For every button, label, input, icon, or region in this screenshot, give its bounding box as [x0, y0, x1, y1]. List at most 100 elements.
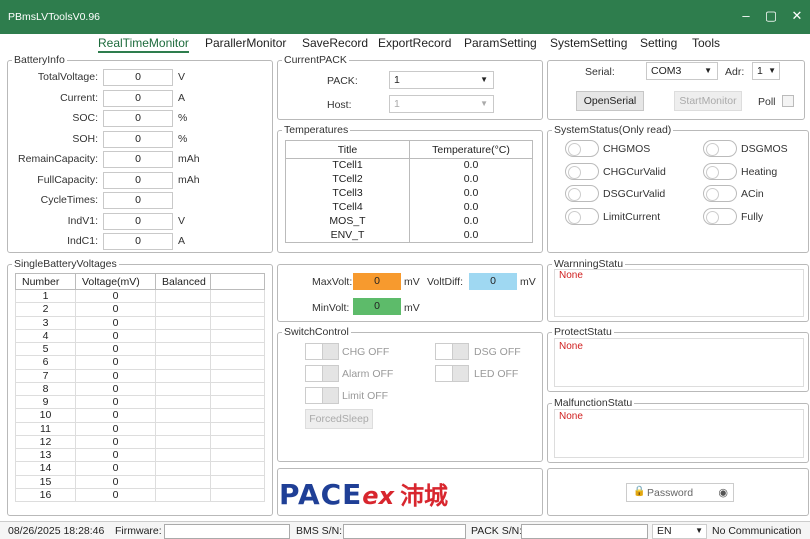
cell-extra	[210, 434, 265, 450]
forced-sleep-button[interactable]: ForcedSleep	[305, 409, 373, 429]
malfunction-textarea[interactable]	[554, 409, 804, 458]
temp-title: TCell4	[285, 200, 410, 215]
menu-tools[interactable]: Tools	[692, 36, 720, 50]
cell-balanced	[155, 421, 211, 436]
warning-value: None	[559, 270, 583, 281]
cell-extra	[210, 461, 265, 476]
status-indicator	[703, 162, 737, 180]
maximize-icon[interactable]: ▢	[760, 6, 782, 26]
battery-info-title: BatteryInfo	[12, 54, 67, 66]
battery-info-value: 0	[103, 233, 173, 250]
serial-label: Serial:	[585, 66, 615, 78]
cell-number: 9	[15, 394, 76, 410]
cell-extra	[210, 394, 265, 410]
menu-paraller-monitor[interactable]: ParallerMonitor	[205, 36, 286, 50]
menu-bar: RealTimeMonitor ParallerMonitor SaveReco…	[0, 34, 810, 53]
led-toggle[interactable]	[435, 365, 469, 382]
alarm-label: Alarm OFF	[342, 368, 394, 380]
chg-label: CHG OFF	[342, 346, 390, 358]
temp-value: 0.0	[409, 172, 533, 187]
password-input[interactable]: 🔒 Password ◉	[626, 483, 734, 502]
limit-toggle[interactable]	[305, 387, 339, 404]
eye-icon[interactable]: ◉	[718, 486, 728, 499]
volt-diff-label: VoltDiff:	[427, 276, 463, 288]
language-select[interactable]: EN ▼	[652, 524, 707, 539]
menu-export-record[interactable]: ExportRecord	[378, 36, 451, 50]
adr-label: Adr:	[725, 66, 745, 78]
cell-voltage: 0	[75, 302, 156, 317]
cell-balanced	[155, 288, 211, 304]
cell-voltage: 0	[75, 394, 156, 410]
menu-save-record[interactable]: SaveRecord	[302, 36, 368, 50]
cell-voltage: 0	[75, 341, 156, 357]
chg-toggle[interactable]	[305, 343, 339, 360]
battery-info-unit: %	[178, 112, 188, 124]
cell-voltage: 0	[75, 434, 156, 450]
adr-value: 1	[757, 65, 763, 77]
table-row: 20	[15, 302, 265, 317]
datetime: 08/26/2025 18:28:46	[8, 525, 105, 537]
switch-control-title: SwitchControl	[282, 326, 351, 338]
status-label: CHGCurValid	[603, 165, 666, 178]
warning-textarea[interactable]	[554, 269, 804, 317]
menu-setting[interactable]: Setting	[640, 36, 677, 50]
cell-voltage: 0	[75, 474, 156, 489]
cell-voltage: 0	[75, 315, 156, 330]
protect-textarea[interactable]	[554, 338, 804, 387]
title-bar: PBmsLVToolsV0.96 – ▢ ✕	[0, 0, 810, 34]
chevron-down-icon: ▼	[695, 526, 703, 535]
pack-select[interactable]: 1 ▼	[389, 71, 494, 89]
cell-voltage: 0	[75, 408, 156, 423]
minimize-icon[interactable]: –	[735, 6, 757, 26]
language-value: EN	[657, 525, 672, 537]
open-serial-button[interactable]: OpenSerial	[576, 91, 644, 111]
serial-select[interactable]: COM3 ▼	[646, 62, 718, 80]
cell-balanced	[155, 394, 211, 410]
temp-title: MOS_T	[285, 214, 410, 229]
battery-info-unit: %	[178, 132, 188, 145]
poll-checkbox[interactable]	[782, 95, 794, 107]
cell-number: 15	[15, 474, 76, 489]
volt-diff-value: 0	[469, 273, 517, 290]
temp-header-value: Temperature(°C)	[409, 140, 533, 159]
cell-balanced	[155, 328, 211, 344]
temp-title: TCell2	[285, 172, 410, 187]
battery-info-unit: mAh	[178, 173, 200, 186]
cell-balanced	[155, 381, 211, 397]
menu-system-setting[interactable]: SystemSetting	[550, 36, 627, 50]
start-monitor-button[interactable]: StartMonitor	[674, 91, 742, 111]
max-volt-unit: mV	[404, 276, 420, 288]
cell-number: 8	[15, 381, 76, 397]
table-row: 10 0	[15, 408, 265, 423]
table-row: 40	[15, 328, 265, 344]
temp-value: 0.0	[409, 200, 533, 215]
malfunction-value: None	[559, 411, 583, 422]
table-row: 50	[15, 341, 265, 357]
col-voltage: Voltage(mV)	[75, 273, 156, 290]
temp-value: 0.0	[409, 158, 533, 173]
temp-title: TCell3	[285, 186, 410, 201]
cell-number: 12	[15, 434, 76, 450]
temp-value: 0.0	[409, 228, 533, 243]
host-select[interactable]: 1 ▼	[389, 95, 494, 113]
cell-balanced	[155, 355, 211, 370]
table-row: 70	[15, 368, 265, 383]
logo-brand: PACE	[279, 478, 363, 511]
battery-info-label: IndC1:	[67, 235, 98, 247]
status-indicator	[565, 140, 599, 157]
menu-realtime-monitor[interactable]: RealTimeMonitor	[98, 36, 189, 53]
adr-select[interactable]: 1 ▼	[752, 62, 780, 80]
max-volt-value: 0	[353, 273, 401, 290]
menu-param-setting[interactable]: ParamSetting	[464, 36, 537, 50]
alarm-toggle[interactable]	[305, 365, 339, 382]
cell-balanced	[155, 315, 211, 330]
status-label: LimitCurrent	[603, 210, 661, 223]
table-row: 10	[15, 288, 265, 304]
close-icon[interactable]: ✕	[786, 6, 808, 26]
table-row: 30	[15, 315, 265, 330]
dsg-toggle[interactable]	[435, 343, 469, 360]
temp-title: TCell1	[285, 158, 410, 173]
cell-voltage: 0	[75, 288, 156, 304]
cell-number: 2	[15, 302, 76, 317]
min-volt-label: MinVolt:	[312, 302, 350, 314]
